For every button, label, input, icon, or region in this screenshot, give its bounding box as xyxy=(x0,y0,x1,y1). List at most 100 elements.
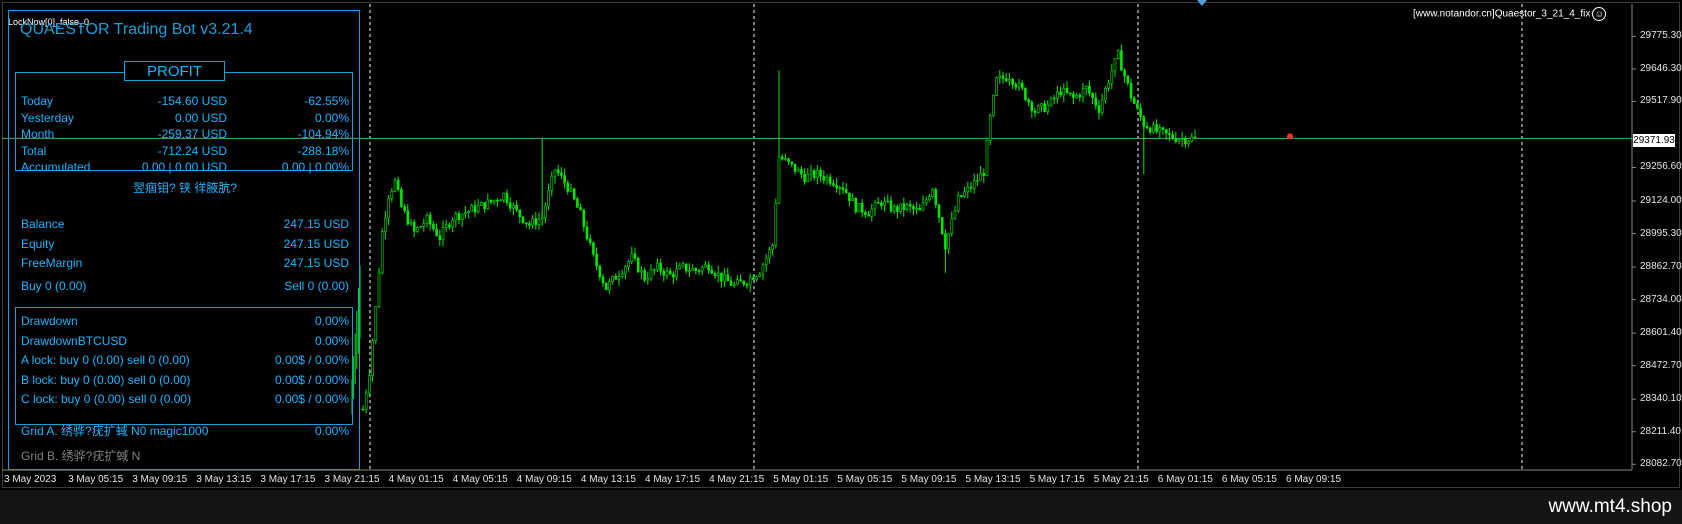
candle-body xyxy=(822,176,826,181)
quaestor-info-panel: QUAESTOR Trading Bot v3.21.4 PROFIT Toda… xyxy=(8,10,360,470)
candle-body xyxy=(588,238,592,244)
candle-body xyxy=(716,272,720,277)
candle xyxy=(588,234,592,246)
candle xyxy=(608,278,611,294)
candle xyxy=(393,177,397,193)
candle xyxy=(486,193,490,210)
candle xyxy=(672,271,675,285)
candle xyxy=(409,218,413,226)
candle xyxy=(684,263,688,274)
price-axis-label: 28211.40 xyxy=(1640,425,1681,437)
drawdown-row-value: 0.00% xyxy=(314,333,349,348)
candle xyxy=(1001,71,1005,84)
watermark-bar: www.mt4.shop xyxy=(0,490,1682,524)
candle xyxy=(947,232,950,254)
candle-body xyxy=(787,158,790,163)
candle-body xyxy=(489,199,493,203)
candle-body xyxy=(1040,103,1043,107)
candle-body xyxy=(608,281,611,290)
candle xyxy=(473,200,477,218)
candle-body xyxy=(681,263,685,267)
candle xyxy=(1148,126,1152,135)
price-axis-label: 29124.00 xyxy=(1640,195,1682,206)
profit-row-label: Month xyxy=(21,127,55,141)
candle-body xyxy=(1030,101,1034,112)
candle xyxy=(755,275,758,282)
candle xyxy=(521,216,525,225)
current-price-tag: 29371.93 xyxy=(1633,134,1675,147)
candle-body xyxy=(982,173,986,177)
candle xyxy=(563,168,566,189)
grid-a-value: 0.00% xyxy=(314,424,349,438)
candle-body xyxy=(675,268,678,278)
candle xyxy=(704,261,707,268)
candle xyxy=(614,273,618,280)
candle-body xyxy=(1024,87,1027,100)
time-axis-label: 5 May 13:15 xyxy=(965,474,1021,485)
time-axis-label: 4 May 13:15 xyxy=(580,474,636,485)
candle xyxy=(457,210,461,225)
grid-b-label: Grid B. 绣骅?疣扩蜮 N xyxy=(21,449,141,463)
candle xyxy=(412,219,416,238)
candle xyxy=(499,198,502,202)
candle xyxy=(1126,75,1130,86)
candle xyxy=(1072,91,1075,105)
candle-body xyxy=(838,187,842,189)
price-axis-label: 28601.40 xyxy=(1640,327,1682,339)
price-axis-label: 28340.10 xyxy=(1640,393,1682,405)
buy-positions-label: Buy 0 (0.00) xyxy=(21,279,87,293)
account-row: FreeMargin 247.15 USD xyxy=(21,255,349,271)
candle-body xyxy=(512,204,515,209)
candle xyxy=(1177,138,1181,145)
candle xyxy=(1113,58,1117,78)
candle xyxy=(1052,94,1056,105)
candle-body xyxy=(979,173,982,181)
candle-body xyxy=(592,242,595,255)
candle-body xyxy=(921,202,925,211)
time-axis-label: 4 May 17:15 xyxy=(645,474,701,485)
candle-body xyxy=(697,270,701,272)
candle xyxy=(624,265,627,280)
candle xyxy=(835,177,838,193)
candle-body xyxy=(908,204,912,207)
candle-body xyxy=(1043,103,1046,112)
candle-body xyxy=(544,205,547,218)
candle-body xyxy=(470,205,474,212)
candle-body xyxy=(1180,138,1184,141)
candle xyxy=(505,189,509,206)
candle-body xyxy=(1132,97,1136,104)
candle xyxy=(361,405,365,411)
chart-window[interactable]: LockNow[0]_false_0 [www.notandor.cn]Quae… xyxy=(0,0,1682,490)
candle xyxy=(928,193,931,202)
drawdown-row-value: 0.00% xyxy=(314,314,349,328)
candle-body xyxy=(905,204,909,210)
candle-body xyxy=(476,205,480,213)
candle-body xyxy=(678,265,682,270)
candle xyxy=(444,219,448,232)
candle xyxy=(496,197,499,207)
candle xyxy=(924,196,928,206)
candle-body xyxy=(1193,136,1197,139)
smiley-icon[interactable]: ☺ xyxy=(1592,7,1607,21)
candle-body xyxy=(761,264,765,275)
account-row-label: Balance xyxy=(21,217,65,231)
account-row-label: Equity xyxy=(21,236,55,251)
candle xyxy=(1171,130,1174,141)
candle-body xyxy=(998,75,1002,78)
candle xyxy=(483,202,486,213)
candle xyxy=(438,229,442,247)
candle xyxy=(1046,100,1050,115)
candle-body xyxy=(825,176,829,181)
candle-body xyxy=(713,273,717,277)
candle xyxy=(736,275,739,286)
trade-marker-icon xyxy=(1287,133,1293,140)
chart-shift-marker-icon[interactable] xyxy=(1197,0,1207,6)
candle-body xyxy=(809,170,813,175)
candle-body xyxy=(646,278,650,281)
candle xyxy=(534,211,538,230)
candle-body xyxy=(412,221,416,232)
price-axis-label: 28734.00 xyxy=(1640,293,1682,305)
candle-body xyxy=(857,203,861,213)
candle xyxy=(630,246,634,265)
candle xyxy=(595,247,598,271)
